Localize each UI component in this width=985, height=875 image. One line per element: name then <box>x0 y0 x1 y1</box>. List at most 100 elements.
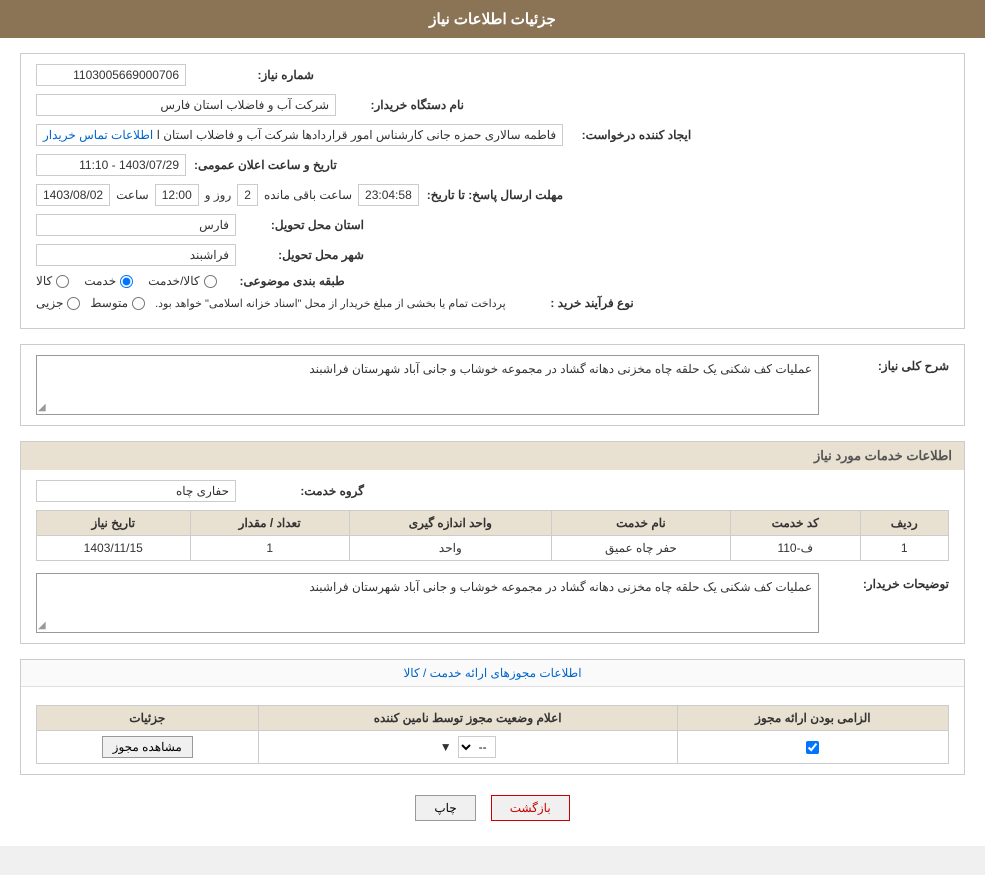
announce-datetime-label: تاریخ و ساعت اعلان عمومی: <box>194 158 337 172</box>
province-value: فارس <box>36 214 236 236</box>
need-number-row: شماره نیاز: 1103005669000706 <box>36 64 949 86</box>
unit-cell: واحد <box>349 536 551 561</box>
col-service-code: کد خدمت <box>730 511 860 536</box>
col-license-required: الزامی بودن ارائه مجوز <box>677 706 948 731</box>
buyer-notes-resize-handle[interactable]: ◢ <box>38 620 46 631</box>
col-quantity: تعداد / مقدار <box>190 511 349 536</box>
content-area: شماره نیاز: 1103005669000706 نام دستگاه … <box>0 38 985 846</box>
category-row: طبقه بندی موضوعی: کالا/خدمت خدمت کالا <box>36 274 949 288</box>
category-kala-label: کالا <box>36 274 52 288</box>
category-kala: کالا <box>36 274 69 288</box>
need-number-value: 1103005669000706 <box>36 64 186 86</box>
purchase-type-row: نوع فرآیند خرید : جزیی متوسط پرداخت تمام… <box>36 296 949 310</box>
reply-remaining-value: 23:04:58 <box>358 184 419 206</box>
description-label: شرح کلی نیاز: <box>829 355 949 373</box>
need-number-label: شماره نیاز: <box>194 68 314 82</box>
license-row: -- ▼ مشاهده مجوز <box>37 731 949 764</box>
requester-label: ایجاد کننده درخواست: <box>571 128 691 142</box>
reply-date-value: 1403/08/02 <box>36 184 110 206</box>
page-wrapper: جزئیات اطلاعات نیاز شماره نیاز: 11030056… <box>0 0 985 846</box>
license-table-body: -- ▼ مشاهده مجوز <box>37 731 949 764</box>
col-license-details: جزئیات <box>37 706 259 731</box>
license-required-checkbox[interactable] <box>806 741 819 754</box>
announce-datetime-row: تاریخ و ساعت اعلان عمومی: 1403/07/29 - 1… <box>36 154 949 176</box>
license-table-header-row: الزامی بودن ارائه مجوز اعلام وضعیت مجوز … <box>37 706 949 731</box>
province-row: استان محل تحویل: فارس <box>36 214 949 236</box>
city-label: شهر محل تحویل: <box>244 248 364 262</box>
col-service-name: نام خدمت <box>551 511 730 536</box>
back-button[interactable]: بازگشت <box>491 795 570 821</box>
purchase-type-options: جزیی متوسط پرداخت تمام یا بخشی از مبلغ خ… <box>36 296 506 310</box>
reply-remaining-label: ساعت باقی مانده <box>264 188 352 202</box>
reply-deadline-row: مهلت ارسال پاسخ: تا تاریخ: 23:04:58 ساعت… <box>36 184 949 206</box>
announce-datetime-value: 1403/07/29 - 11:10 <box>36 154 186 176</box>
requester-contact-link[interactable]: اطلاعات تماس خریدار <box>43 128 153 142</box>
license-table: الزامی بودن ارائه مجوز اعلام وضعیت مجوز … <box>36 705 949 764</box>
purchase-medium-item: متوسط <box>90 296 145 310</box>
service-group-label: گروه خدمت: <box>244 484 364 498</box>
reply-time-label: ساعت <box>116 188 149 202</box>
requester-value: فاطمه سالاری حمزه جانی کارشناس امور قرار… <box>36 124 563 146</box>
col-row-num: ردیف <box>860 511 948 536</box>
services-section: اطلاعات خدمات مورد نیاز گروه خدمت: حفاری… <box>20 441 965 644</box>
purchase-partial-item: جزیی <box>36 296 80 310</box>
services-table: ردیف کد خدمت نام خدمت واحد اندازه گیری ت… <box>36 510 949 561</box>
table-row: 1 ف-110 حفر چاه عمیق واحد 1 1403/11/15 <box>37 536 949 561</box>
action-buttons-row: بازگشت چاپ <box>20 795 965 821</box>
service-group-row: گروه خدمت: حفاری چاه <box>36 480 949 502</box>
license-section-title-link[interactable]: اطلاعات مجوزهای ارائه خدمت / کالا <box>403 666 581 680</box>
purchase-medium-radio[interactable] <box>132 297 145 310</box>
license-status-container: -- ▼ <box>267 736 669 758</box>
buyer-dept-label: نام دستگاه خریدار: <box>344 98 464 112</box>
reply-deadline-details: 23:04:58 ساعت باقی مانده 2 روز و 12:00 س… <box>36 184 419 206</box>
purchase-notice: پرداخت تمام یا بخشی از مبلغ خریدار از مح… <box>155 297 506 310</box>
category-kala-khidmat-label: کالا/خدمت <box>148 274 199 288</box>
province-label: استان محل تحویل: <box>244 218 364 232</box>
license-status-cell: -- ▼ <box>258 731 677 764</box>
resize-handle[interactable]: ◢ <box>38 402 46 413</box>
category-kala-khidmat: کالا/خدمت <box>148 274 216 288</box>
license-table-head: الزامی بودن ارائه مجوز اعلام وضعیت مجوز … <box>37 706 949 731</box>
reply-days-value: 2 <box>237 184 258 206</box>
main-info-section: شماره نیاز: 1103005669000706 نام دستگاه … <box>20 53 965 329</box>
license-section: اطلاعات مجوزهای ارائه خدمت / کالا الزامی… <box>20 659 965 775</box>
reply-days-label: روز و <box>205 188 232 202</box>
description-section-body: شرح کلی نیاز: عملیات کف شکنی یک حلقه چاه… <box>21 345 964 425</box>
page-header: جزئیات اطلاعات نیاز <box>0 0 985 38</box>
main-info-body: شماره نیاز: 1103005669000706 نام دستگاه … <box>21 54 964 328</box>
city-row: شهر محل تحویل: فراشبند <box>36 244 949 266</box>
view-license-button[interactable]: مشاهده مجوز <box>102 736 193 758</box>
chevron-down-icon: ▼ <box>440 740 452 754</box>
category-khidmat-radio[interactable] <box>120 275 133 288</box>
services-table-body: 1 ف-110 حفر چاه عمیق واحد 1 1403/11/15 <box>37 536 949 561</box>
category-kala-khidmat-radio[interactable] <box>204 275 217 288</box>
services-section-body: گروه خدمت: حفاری چاه ردیف کد خدمت نام خد… <box>21 470 964 643</box>
description-section: شرح کلی نیاز: عملیات کف شکنی یک حلقه چاه… <box>20 344 965 426</box>
purchase-type-label: نوع فرآیند خرید : <box>514 296 634 310</box>
service-group-value: حفاری چاه <box>36 480 236 502</box>
buyer-dept-value: شرکت آب و فاضلاب استان فارس <box>36 94 336 116</box>
col-license-status: اعلام وضعیت مجوز توسط نامین کننده <box>258 706 677 731</box>
category-radio-group: کالا/خدمت خدمت کالا <box>36 274 217 288</box>
license-section-body: الزامی بودن ارائه مجوز اعلام وضعیت مجوز … <box>21 687 964 774</box>
reply-deadline-label: مهلت ارسال پاسخ: تا تاریخ: <box>427 188 563 202</box>
buyer-notes-label: توضیحات خریدار: <box>829 573 949 591</box>
buyer-notes-row: توضیحات خریدار: عملیات کف شکنی یک حلقه چ… <box>36 573 949 633</box>
category-kala-radio[interactable] <box>56 275 69 288</box>
description-value: عملیات کف شکنی یک حلقه چاه مخزنی دهانه گ… <box>36 355 819 415</box>
category-khidmat: خدمت <box>84 274 133 288</box>
purchase-medium-label: متوسط <box>90 296 128 310</box>
purchase-partial-radio[interactable] <box>67 297 80 310</box>
city-value: فراشبند <box>36 244 236 266</box>
col-unit: واحد اندازه گیری <box>349 511 551 536</box>
description-container: عملیات کف شکنی یک حلقه چاه مخزنی دهانه گ… <box>36 355 819 415</box>
quantity-cell: 1 <box>190 536 349 561</box>
reply-time-value: 12:00 <box>155 184 199 206</box>
service-name-cell: حفر چاه عمیق <box>551 536 730 561</box>
purchase-partial-label: جزیی <box>36 296 63 310</box>
print-button[interactable]: چاپ <box>415 795 475 821</box>
license-required-checkbox-container <box>686 741 940 754</box>
license-details-cell: مشاهده مجوز <box>37 731 259 764</box>
date-cell: 1403/11/15 <box>37 536 191 561</box>
license-status-select[interactable]: -- <box>458 736 496 758</box>
